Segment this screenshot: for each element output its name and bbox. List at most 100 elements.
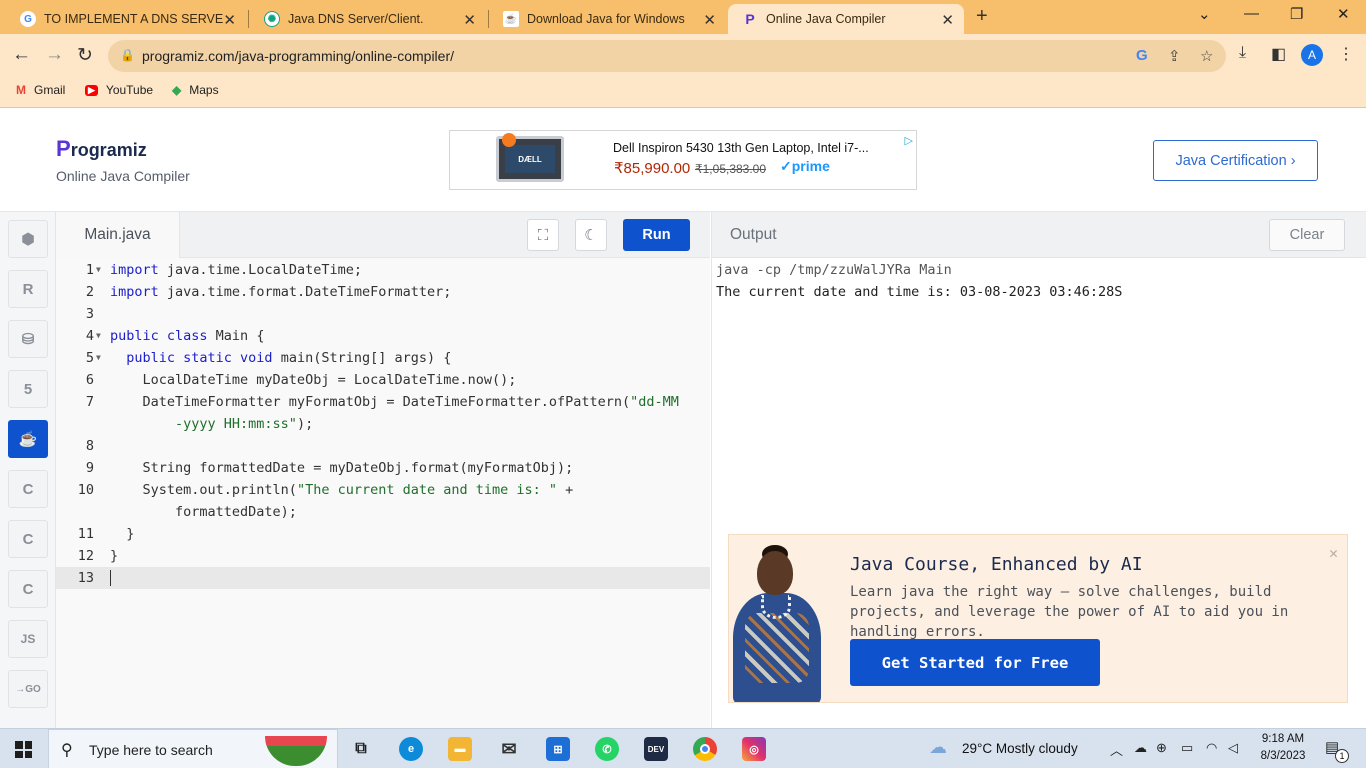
- clock-date[interactable]: 8/3/2023: [1252, 750, 1314, 762]
- rail-csharp-button[interactable]: C: [8, 520, 48, 558]
- show-hidden-icons-chevron[interactable]: ︿: [1110, 740, 1123, 759]
- browser-tab-1[interactable]: G TO IMPLEMENT A DNS SERVER A ✕: [6, 4, 246, 34]
- share-icon[interactable]: ⇪: [1168, 47, 1181, 65]
- dev-home-icon[interactable]: DEV: [644, 737, 668, 761]
- windows-start-icon[interactable]: [15, 741, 32, 758]
- tab-title: Online Java Compiler: [766, 12, 886, 26]
- code-line[interactable]: 4 ▼ public class Main {: [56, 325, 710, 347]
- code-line[interactable]: 3: [56, 303, 710, 325]
- reload-icon[interactable]: ↻: [77, 44, 93, 67]
- whatsapp-icon[interactable]: ✆: [595, 737, 619, 761]
- code-line[interactable]: 13: [56, 567, 710, 589]
- dark-mode-button[interactable]: ☾: [575, 219, 607, 251]
- code-line[interactable]: 10 System.out.println("The current date …: [56, 479, 710, 501]
- tab-close-icon[interactable]: ✕: [223, 11, 236, 29]
- restore-icon[interactable]: ❐: [1290, 5, 1303, 23]
- gmail-icon: M: [16, 83, 26, 97]
- network-status-icon[interactable]: ⊕: [1156, 740, 1167, 756]
- rail-java-button[interactable]: ☕: [8, 420, 48, 458]
- chatgpt-icon: ✺: [264, 11, 280, 27]
- google-lens-icon[interactable]: G: [1136, 47, 1148, 64]
- weather-cloud-icon[interactable]: ☁: [929, 737, 947, 758]
- mail-icon[interactable]: ✉: [497, 737, 521, 761]
- code-editor[interactable]: 1 ▼ import java.time.LocalDateTime; 2 import…: [56, 258, 710, 728]
- browser-tab-4-active[interactable]: P Online Java Compiler ✕: [728, 4, 964, 34]
- browser-tab-2[interactable]: ✺ Java DNS Server/Client. ✕: [250, 4, 486, 34]
- taskbar-search-box[interactable]: ⚲ Type here to search: [48, 729, 338, 768]
- bookmark-youtube[interactable]: ▶ YouTube: [85, 83, 153, 97]
- code-line[interactable]: 9 String formattedDate = myDateObj.forma…: [56, 457, 710, 479]
- advertisement-banner[interactable]: DÆLL Dell Inspiron 5430 13th Gen Laptop,…: [449, 130, 917, 190]
- output-title: Output: [730, 226, 777, 243]
- wifi-icon[interactable]: ◠: [1206, 740, 1217, 756]
- bookmark-maps[interactable]: ◆ Maps: [172, 83, 219, 97]
- microsoft-store-icon[interactable]: ⊞: [546, 737, 570, 761]
- code-line[interactable]: 5 ▼ public static void main(String[] args…: [56, 347, 710, 369]
- code-text: public class Main {: [110, 328, 265, 344]
- code-line[interactable]: 8: [56, 435, 710, 457]
- file-tab-main-java[interactable]: Main.java: [56, 212, 180, 258]
- line-number: 7: [85, 394, 94, 410]
- bookmark-gmail[interactable]: M Gmail: [16, 83, 65, 97]
- lock-icon[interactable]: 🔒: [120, 48, 135, 62]
- code-line[interactable]: 2 import java.time.format.DateTimeFormatt…: [56, 281, 710, 303]
- fold-chevron-icon[interactable]: ▼: [96, 259, 101, 281]
- rail-python-button[interactable]: ⬢: [8, 220, 48, 258]
- side-panel-icon[interactable]: ◧: [1271, 44, 1286, 64]
- code-line[interactable]: 11 }: [56, 523, 710, 545]
- profile-avatar[interactable]: A: [1301, 44, 1323, 66]
- minimize-icon[interactable]: —: [1244, 5, 1259, 22]
- rail-sql-button[interactable]: ⛁: [8, 320, 48, 358]
- logo-initial: P: [56, 136, 71, 161]
- tab-close-icon[interactable]: ✕: [703, 11, 716, 29]
- code-line[interactable]: 6 LocalDateTime myDateObj = LocalDateTim…: [56, 369, 710, 391]
- rail-cpp-button[interactable]: C: [8, 570, 48, 608]
- programiz-logo[interactable]: Programiz: [56, 136, 147, 162]
- instagram-icon[interactable]: ◎: [742, 737, 766, 761]
- output-panel[interactable]: java -cp /tmp/zzuWalJYRa Main The curren…: [711, 258, 1366, 728]
- code-text: String formattedDate = myDateObj.format(…: [110, 460, 574, 476]
- java-certification-button[interactable]: Java Certification ›: [1153, 140, 1318, 181]
- code-line[interactable]: 12}: [56, 545, 710, 567]
- get-started-button[interactable]: Get Started for Free: [850, 639, 1100, 686]
- download-icon[interactable]: ⤓: [1239, 44, 1246, 62]
- rail-html-button[interactable]: 5: [8, 370, 48, 408]
- chrome-icon[interactable]: [693, 737, 717, 761]
- rail-go-button[interactable]: →GO: [8, 670, 48, 708]
- fullscreen-button[interactable]: ⛶: [527, 219, 559, 251]
- menu-kebab-icon[interactable]: ⋮: [1338, 44, 1354, 64]
- run-button[interactable]: Run: [623, 219, 690, 251]
- weather-text[interactable]: 29°C Mostly cloudy: [962, 741, 1078, 756]
- code-line[interactable]: 1 ▼ import java.time.LocalDateTime;: [56, 259, 710, 281]
- moon-icon: ☾: [584, 227, 598, 244]
- forward-arrow-icon[interactable]: →: [45, 44, 64, 66]
- url-text[interactable]: programiz.com/java-programming/online-co…: [142, 48, 454, 64]
- new-tab-icon[interactable]: +: [976, 5, 988, 28]
- code-line[interactable]: formattedDate);: [56, 501, 710, 523]
- clear-button[interactable]: Clear: [1269, 219, 1345, 251]
- volume-icon[interactable]: ◁: [1228, 740, 1238, 756]
- battery-icon[interactable]: ▭: [1181, 740, 1193, 756]
- back-arrow-icon[interactable]: ←: [12, 44, 31, 66]
- rail-js-button[interactable]: JS: [8, 620, 48, 658]
- code-line[interactable]: 7 DateTimeFormatter myFormatObj = DateTi…: [56, 391, 710, 413]
- fold-chevron-icon[interactable]: ▼: [96, 325, 101, 347]
- address-bar[interactable]: 🔒 programiz.com/java-programming/online-…: [108, 40, 1226, 72]
- tab-search-chevron-icon[interactable]: ⌄: [1198, 5, 1211, 23]
- fold-chevron-icon[interactable]: ▼: [96, 347, 101, 369]
- rail-r-button[interactable]: R: [8, 270, 48, 308]
- cloud-sync-icon[interactable]: ☁: [1134, 740, 1147, 756]
- task-view-icon[interactable]: ⧉: [349, 737, 373, 761]
- adchoices-icon[interactable]: ▷: [905, 134, 913, 147]
- bookmark-star-icon[interactable]: ☆: [1200, 47, 1213, 65]
- promo-close-icon[interactable]: ✕: [1329, 544, 1338, 562]
- tab-close-icon[interactable]: ✕: [463, 11, 476, 29]
- clock-time[interactable]: 9:18 AM: [1252, 733, 1314, 745]
- edge-icon[interactable]: e: [399, 737, 423, 761]
- rail-c-button[interactable]: C: [8, 470, 48, 508]
- window-close-icon[interactable]: ✕: [1337, 5, 1350, 23]
- file-explorer-icon[interactable]: ▬: [448, 737, 472, 761]
- browser-tab-3[interactable]: ☕ Download Java for Windows ✕: [489, 4, 726, 34]
- code-line[interactable]: -yyyy HH:mm:ss");: [56, 413, 710, 435]
- tab-close-icon[interactable]: ✕: [941, 11, 954, 29]
